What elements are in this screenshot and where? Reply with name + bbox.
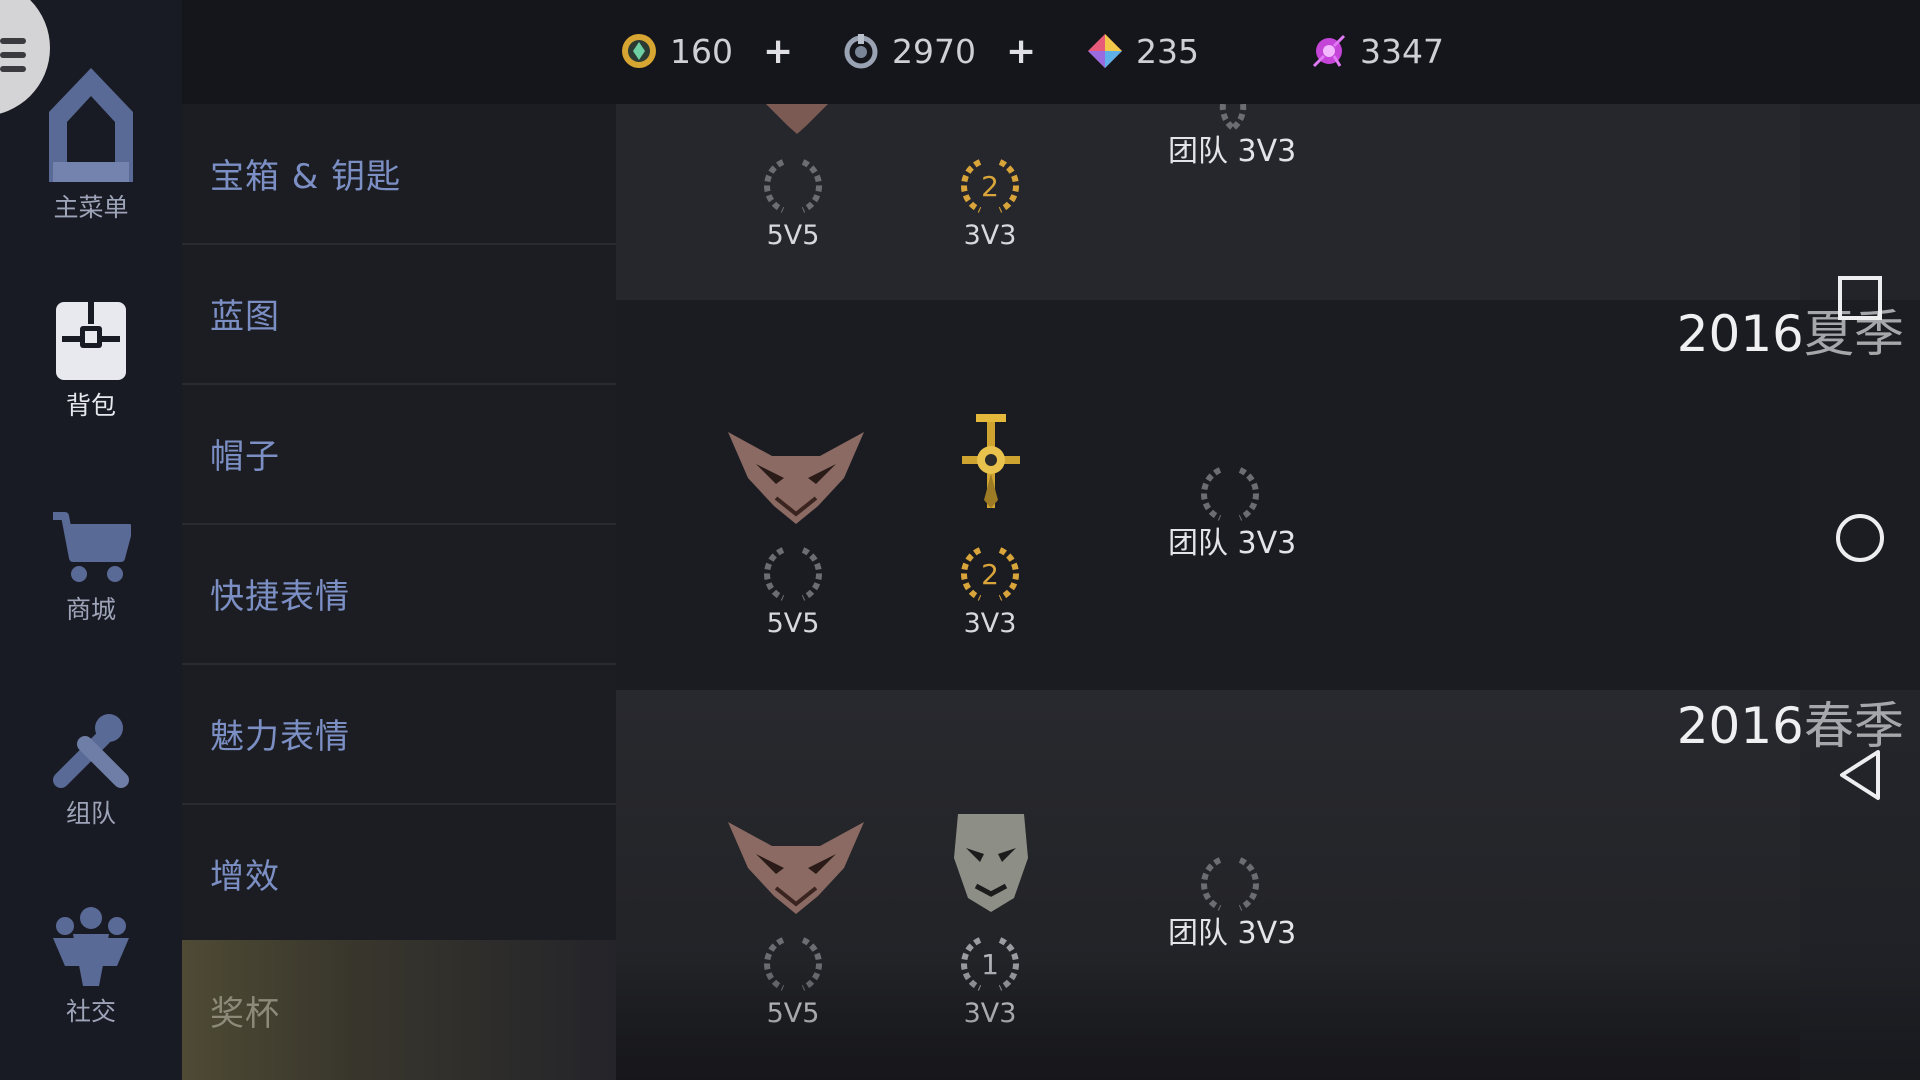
add-gold-button[interactable]: + (763, 31, 793, 72)
nav-label: 背包 (65, 391, 116, 420)
mode-label: 5V5 (766, 608, 820, 639)
trophy-row: 5V5 2 3V3 团队 3V3 (616, 104, 1920, 300)
nav-team[interactable]: 组队 (0, 710, 182, 830)
nav-label: 组队 (65, 799, 116, 828)
home-circle-icon[interactable] (1834, 512, 1886, 564)
category-hats[interactable]: 帽子 (182, 384, 616, 525)
silver-amount: 2970 (892, 31, 976, 71)
back-triangle-icon[interactable] (1836, 748, 1884, 802)
laurel-empty-icon (764, 159, 822, 213)
mode-label: 3V3 (963, 608, 1017, 639)
rainbow-gem-icon (1088, 34, 1122, 68)
category-label: 快捷表情 (210, 577, 350, 617)
nav-backpack[interactable]: 背包 (0, 300, 182, 422)
add-silver-button[interactable]: + (1006, 31, 1036, 72)
mode-label: 3V3 (963, 998, 1017, 1029)
category-label: 宝箱 & 钥匙 (210, 157, 402, 197)
team-icon (53, 714, 129, 788)
nav-shop[interactable]: 商城 (0, 510, 182, 626)
currency-silver: 2970 + (842, 26, 1036, 76)
currency-bar: 160 + 2970 + 235 3347 (0, 0, 1920, 104)
cart-icon (53, 512, 131, 582)
mode-label: 3V3 (963, 220, 1017, 251)
rank-number: 1 (981, 948, 999, 981)
category-charm-emotes[interactable]: 魅力表情 (182, 664, 616, 805)
team-3v3-label: 团队 3V3 (1168, 526, 1297, 561)
category-chests-keys[interactable]: 宝箱 & 钥匙 (182, 104, 616, 245)
category-label: 蓝图 (210, 297, 280, 337)
gem-amount: 235 (1136, 31, 1199, 71)
trophy-slot-3v3[interactable]: 1 3V3 (910, 934, 1070, 1029)
main-nav: 主菜单 背包 商城 组队 社交 (0, 0, 182, 1080)
laurel-empty-icon (1201, 467, 1259, 521)
category-label: 帽子 (210, 437, 280, 477)
nav-label: 主菜单 (53, 193, 129, 222)
home-icon (49, 68, 133, 182)
gold-coin-icon (622, 34, 656, 68)
gold-amount: 160 (670, 31, 733, 71)
currency-crystal: 3347 (1310, 26, 1444, 76)
demon-mask-icon (728, 432, 864, 524)
mode-label: 5V5 (766, 998, 820, 1029)
backpack-icon (56, 302, 126, 380)
category-list: 宝箱 & 钥匙 蓝图 帽子 快捷表情 魅力表情 增效 奖杯 (182, 104, 616, 1080)
trophy-slot-5v5[interactable]: 5V5 (713, 934, 873, 1029)
system-nav-bar (1800, 104, 1920, 1080)
trophy-row: 2016夏季 5V5 2 3V3 团队 3V3 (616, 300, 1920, 690)
nav-label: 社交 (65, 997, 116, 1026)
recent-apps-icon[interactable] (1836, 274, 1884, 322)
category-label: 奖杯 (210, 993, 280, 1034)
rank-number: 2 (981, 170, 999, 203)
category-boosts[interactable]: 增效 (182, 804, 616, 945)
gold-crest-icon (962, 414, 1020, 508)
purple-crystal-icon (1312, 34, 1346, 68)
team-3v3-label: 团队 3V3 (1168, 916, 1297, 951)
stone-mask-icon (954, 814, 1028, 912)
currency-gold: 160 + (620, 26, 793, 76)
nav-social[interactable]: 社交 (0, 904, 182, 1028)
crystal-amount: 3347 (1360, 31, 1444, 71)
category-label: 魅力表情 (210, 717, 350, 757)
laurel-rank-icon: 2 (961, 159, 1019, 213)
trophy-slot-3v3[interactable]: 2 3V3 (910, 156, 1070, 251)
demon-mask-icon (766, 104, 828, 134)
category-label: 增效 (210, 857, 280, 897)
trophy-slot-5v5[interactable]: 5V5 (713, 156, 873, 251)
trophy-slot-3v3[interactable]: 2 3V3 (910, 544, 1070, 639)
team-3v3-label: 团队 3V3 (1168, 134, 1297, 169)
social-icon (53, 907, 129, 986)
category-quick-emotes[interactable]: 快捷表情 (182, 524, 616, 665)
laurel-empty-icon (764, 937, 822, 991)
rank-number: 2 (981, 558, 999, 591)
laurel-empty-icon (764, 547, 822, 601)
mode-label: 5V5 (766, 220, 820, 251)
trophy-row: 2016春季 5V5 1 3V3 团队 3V3 (616, 690, 1920, 1080)
demon-mask-icon (728, 822, 864, 914)
silver-token-icon (844, 34, 878, 69)
currency-gem: 235 (1086, 26, 1199, 76)
trophy-slot-5v5[interactable]: 5V5 (713, 544, 873, 639)
nav-label: 商城 (65, 595, 116, 624)
laurel-rank-icon: 1 (961, 937, 1019, 991)
laurel-empty-icon (1201, 857, 1259, 911)
laurel-rank-icon: 2 (961, 547, 1019, 601)
category-trophies[interactable]: 奖杯 (182, 940, 616, 1080)
category-blueprints[interactable]: 蓝图 (182, 244, 616, 385)
